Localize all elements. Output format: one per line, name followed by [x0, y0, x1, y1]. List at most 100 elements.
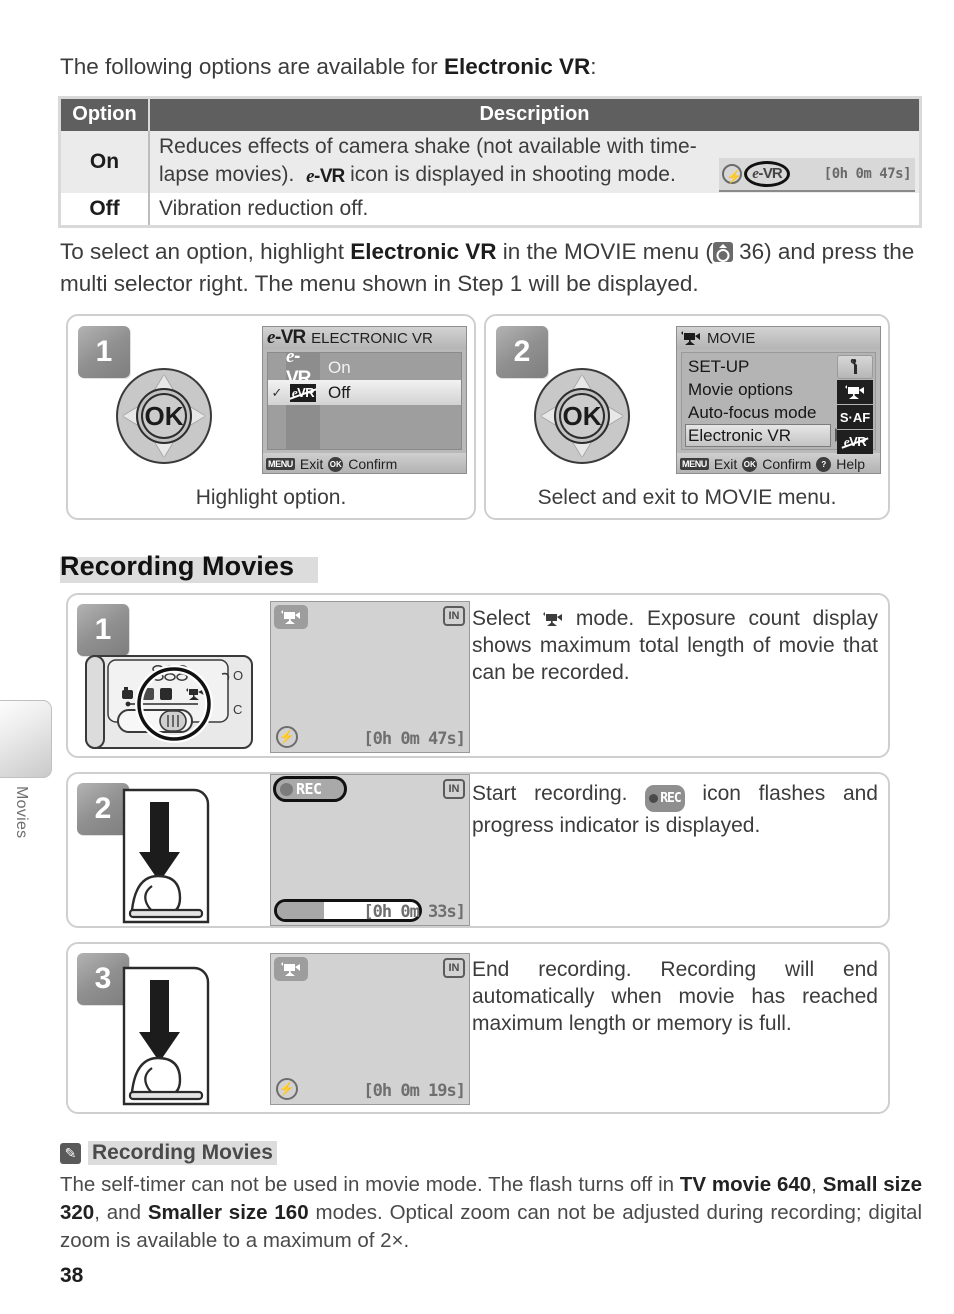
menu-confirm-label: Confirm [762, 456, 812, 472]
column-header-description: Description [149, 99, 919, 131]
recording-step-text-2: Start recording. REC icon flashes and pr… [472, 780, 878, 839]
recording-step-panel-1: 1 O C IN ⚡ [0h 0m 47s] Select mode. Expo… [66, 593, 890, 758]
menu-body: SET-UP Movie options Auto-focus mode Ele… [677, 349, 880, 454]
exposure-count-display: [0h 0m 33s] [363, 902, 466, 922]
rec-indicator-icon: REC [273, 776, 347, 802]
cell-description-on: Reduces effects of camera shake (not ava… [149, 131, 919, 193]
menu-help-label: Help [836, 456, 866, 472]
menu-body: e-VR On ✓ eVR Off [263, 346, 466, 453]
vr-option-off-row[interactable]: ✓ eVR Off [268, 380, 461, 405]
desc-line-1: Reduces effects of camera shake (not ava… [159, 135, 697, 158]
svg-text:O: O [233, 668, 243, 683]
svg-text:C: C [233, 702, 242, 717]
section-heading: Recording Movies [60, 551, 922, 585]
recording-step-panel-2: 2 REC IN [0h 0m 33s] Start recording. RE… [66, 772, 890, 928]
movie-camera-icon [274, 605, 308, 629]
flash-icon [722, 163, 742, 191]
note-title: Recording Movies [88, 1141, 277, 1165]
note-text-3: , and [94, 1201, 148, 1224]
menu-title-bar: MOVIE [677, 327, 880, 349]
single-af-icon[interactable]: S·AF [837, 405, 873, 429]
para-text-a: To select an option, highlight [60, 239, 351, 264]
note-bold-1: TV movie 640 [679, 1173, 812, 1196]
ok-button[interactable]: OK [136, 388, 192, 444]
menu-confirm-label: Confirm [348, 456, 398, 472]
cell-option-off: Off [61, 193, 150, 225]
desc-line-1: Vibration reduction off. [159, 197, 369, 220]
rec-label: REC [296, 780, 322, 798]
step-badge: 1 [77, 604, 129, 656]
intro-sentence: The following options are available for … [60, 52, 920, 82]
mini-lcd-preview: e-VR [0h 0m 47s] [719, 158, 915, 192]
menu-title: MOVIE [707, 329, 756, 347]
note-bold-3: Smaller size 160 [147, 1201, 309, 1224]
e-vr-off-icon: eVR [289, 383, 317, 402]
recording-step-panel-3: 3 IN ⚡ [0h 0m 19s] End recording. Record… [66, 942, 890, 1114]
internal-memory-icon: IN [443, 779, 465, 799]
menu-title: ELECTRONIC VR [311, 329, 433, 347]
menu-footer-bar: MENU Exit OK Confirm ? Help [677, 453, 880, 473]
menu-key-icon: MENU [680, 458, 709, 470]
movie-camera-icon [543, 612, 563, 626]
movie-camera-icon[interactable] [837, 380, 873, 404]
multi-selector-wheel[interactable]: OK [116, 368, 212, 464]
note-text-1: The self-timer can not be used in movie … [60, 1173, 680, 1196]
page-title: Recording Movies [60, 551, 295, 581]
vr-option-label: Off [328, 382, 351, 402]
menu-item-movie-options[interactable]: Movie options [685, 378, 793, 401]
vr-step-panel-1: 1 OK e-VR ELECTRONIC VR e-VR On ✓ eVR Of… [66, 314, 476, 520]
movie-menu-list: SET-UP Movie options Auto-focus mode Ele… [681, 352, 876, 454]
electronic-vr-options-table: Option Description On Reduces effects of… [58, 96, 922, 228]
lcd-screen-step2: REC IN [0h 0m 33s] [270, 774, 470, 926]
menu-item-setup[interactable]: SET-UP [685, 355, 749, 378]
step-caption: Select and exit to MOVIE menu. [537, 486, 837, 509]
table-row: On Reduces effects of camera shake (not … [61, 131, 919, 193]
pencil-icon: ✎ [60, 1142, 81, 1164]
intro-bold-term: Electronic VR [443, 54, 591, 79]
step-text-a: Start recording. [472, 782, 646, 805]
multi-selector-icon [712, 242, 733, 262]
e-vr-highlight-circle: e-VR [744, 161, 790, 187]
multi-selector-wheel[interactable]: OK [534, 368, 630, 464]
camera-mode-dial-illustration: O C [85, 655, 253, 749]
electronic-vr-menu-screen: e-VR ELECTRONIC VR e-VR On ✓ eVR Off MEN… [262, 326, 467, 474]
e-vr-icon: e-VR [306, 166, 345, 187]
record-dot-icon [280, 782, 293, 796]
note-text-2: , [811, 1173, 823, 1196]
ok-button[interactable]: OK [554, 388, 610, 444]
internal-memory-icon: IN [443, 606, 465, 626]
lcd-screen-step3: IN ⚡ [0h 0m 19s] [270, 953, 470, 1105]
ok-key-icon: OK [328, 456, 344, 472]
internal-memory-icon: IN [443, 958, 465, 978]
para-bold-term: Electronic VR [350, 239, 497, 264]
movie-camera-icon [274, 957, 308, 981]
table-row: Off Vibration reduction off. [61, 193, 919, 225]
instruction-paragraph: To select an option, highlight Electroni… [60, 236, 922, 300]
sidebar-chapter-tab: Movies [0, 700, 52, 940]
note-heading: ✎ Recording Movies [60, 1141, 922, 1165]
desc-line-2-text-b: icon is displayed in shooting mode. [350, 163, 676, 186]
cell-option-on: On [61, 131, 150, 193]
movie-camera-icon [681, 330, 700, 345]
note-block: ✎ Recording Movies The self-timer can no… [60, 1141, 922, 1255]
flash-off-icon: ⚡ [276, 726, 298, 748]
e-vr-icon: e-VR [752, 165, 783, 182]
exposure-count-display: [0h 0m 47s] [363, 729, 466, 749]
vr-option-on-row[interactable]: e-VR On [268, 346, 461, 389]
lcd-screen-step1: IN ⚡ [0h 0m 47s] [270, 601, 470, 753]
desc-line-2-text-a: lapse movies). [159, 163, 295, 186]
column-header-option: Option [61, 99, 150, 131]
flash-off-icon: ⚡ [276, 1078, 298, 1100]
intro-text-before: The following options are available for [60, 54, 444, 79]
wrench-icon[interactable] [837, 355, 873, 379]
finger-press-shutter-illustration [122, 788, 210, 924]
sidebar-tab-box [0, 700, 52, 778]
movie-menu-screen: MOVIE SET-UP Movie options Auto-focus mo… [676, 326, 881, 474]
e-vr-off-icon[interactable]: eVR [837, 430, 873, 454]
progress-fill [277, 902, 324, 919]
menu-item-electronic-vr[interactable]: Electronic VR [685, 424, 831, 447]
menu-item-auto-focus-mode[interactable]: Auto-focus mode [685, 401, 817, 424]
exposure-count-display: [0h 0m 19s] [363, 1081, 466, 1101]
help-key-icon: ? [816, 456, 832, 472]
table-header-row: Option Description [61, 99, 919, 131]
